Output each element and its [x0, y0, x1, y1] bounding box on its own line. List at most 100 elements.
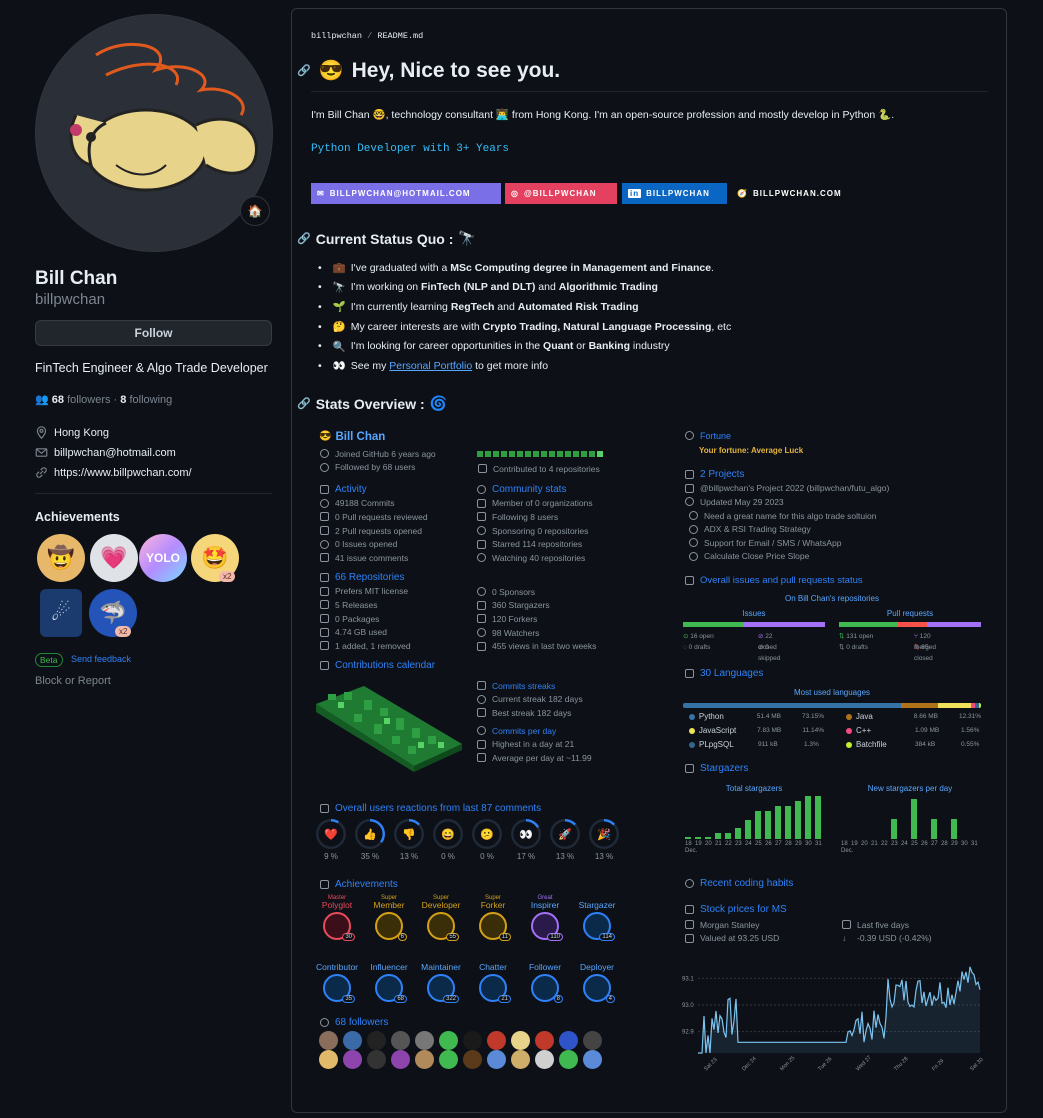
- follower-avatar[interactable]: [391, 1050, 410, 1069]
- follower-avatar[interactable]: [487, 1050, 506, 1069]
- calendar-title[interactable]: Contributions calendar: [335, 660, 435, 671]
- website-row[interactable]: https://www.billpwchan.com/: [35, 466, 192, 479]
- star-icon: [685, 764, 694, 774]
- follower-avatar[interactable]: [535, 1050, 554, 1069]
- perday-title[interactable]: Commits per day: [492, 726, 556, 736]
- email-link[interactable]: billpwchan@hotmail.com: [54, 447, 176, 459]
- follower-avatar[interactable]: [487, 1031, 506, 1050]
- website-link[interactable]: https://www.billpwchan.com/: [54, 467, 192, 479]
- languages-title[interactable]: 30 Languages: [700, 668, 763, 679]
- list-item: Support for Email / SMS / WhatsApp: [685, 536, 889, 550]
- repositories-title[interactable]: 66 Repositories: [335, 572, 404, 583]
- follower-avatar[interactable]: [511, 1031, 530, 1050]
- follower-avatar[interactable]: [319, 1050, 338, 1069]
- achievement-badge-yolo[interactable]: YOLO: [139, 534, 187, 582]
- streaks-title[interactable]: Commits streaks: [492, 681, 555, 691]
- reaction-percent: 9 %: [324, 852, 338, 861]
- achievement-badge-quickdraw[interactable]: 🤠: [37, 534, 85, 582]
- metrics-user[interactable]: 😎 Bill Chan: [319, 431, 385, 443]
- follower-avatar[interactable]: [319, 1031, 338, 1050]
- community-title[interactable]: Community stats: [492, 484, 566, 495]
- achievement-influencer[interactable]: Influencer 68: [364, 957, 414, 1003]
- fortune-title[interactable]: Fortune: [700, 431, 731, 441]
- follower-avatar[interactable]: [583, 1050, 602, 1069]
- achievement-badge-heart[interactable]: 💗: [90, 534, 138, 582]
- achievement-deployer[interactable]: Deployer 4: [572, 957, 622, 1003]
- language-color-dot: [689, 728, 695, 734]
- language-row: JavaScript 7.83 MB 11.14%: [689, 726, 824, 735]
- follower-avatar[interactable]: [559, 1031, 578, 1050]
- follower-avatar[interactable]: [559, 1050, 578, 1069]
- follower-avatar[interactable]: [439, 1031, 458, 1050]
- follow-button[interactable]: Follow: [35, 320, 272, 346]
- follower-avatar[interactable]: [415, 1050, 434, 1069]
- issues-title[interactable]: Overall issues and pull requests status: [700, 575, 863, 586]
- follower-avatar[interactable]: [367, 1031, 386, 1050]
- language-row: PLpgSQL 911 kB 1.3%: [689, 740, 824, 749]
- follower-avatar[interactable]: [367, 1050, 386, 1069]
- following-link[interactable]: 8 following: [120, 394, 172, 406]
- achievement-maintainer[interactable]: Maintainer 322: [416, 957, 466, 1003]
- eye-icon: [477, 628, 486, 638]
- achievement-stargazer[interactable]: Stargazer 114: [572, 895, 622, 941]
- activity-title[interactable]: Activity: [335, 484, 367, 495]
- avatar[interactable]: [35, 14, 273, 252]
- achievement-member[interactable]: Super Member 6: [364, 895, 414, 941]
- linkedin-shield[interactable]: in BILLPWCHAN: [622, 183, 727, 204]
- block-report-link[interactable]: Block or Report: [35, 675, 111, 687]
- follower-avatar[interactable]: [343, 1031, 362, 1050]
- heart-icon: [477, 587, 486, 597]
- price-area: [698, 966, 980, 1053]
- achievement-chatter[interactable]: Chatter 21: [468, 957, 518, 1003]
- stargazers-title[interactable]: Stargazers: [700, 763, 748, 774]
- follower-avatar[interactable]: [463, 1031, 482, 1050]
- anchor-link-icon[interactable]: 🔗: [297, 232, 311, 245]
- crumb-user[interactable]: billpwchan: [311, 31, 362, 41]
- projects-title[interactable]: 2 Projects: [700, 469, 744, 480]
- language-row: C++ 1.09 MB 1.56%: [846, 726, 981, 735]
- follower-avatar[interactable]: [583, 1031, 602, 1050]
- table-icon: [685, 483, 694, 493]
- achievement-follower[interactable]: Follower 8: [520, 957, 570, 1003]
- followers-link[interactable]: 68 followers: [52, 394, 111, 406]
- portfolio-link[interactable]: Personal Portfolio: [389, 360, 472, 372]
- follower-avatar[interactable]: [439, 1050, 458, 1069]
- achievement-developer[interactable]: Super Developer 55: [416, 895, 466, 941]
- follower-avatar[interactable]: [463, 1050, 482, 1069]
- profile-bio: FinTech Engineer & Algo Trade Developer: [35, 361, 268, 375]
- coding-title[interactable]: Recent coding habits: [700, 878, 793, 889]
- achievement-polyglot[interactable]: Master Polyglot 30: [312, 895, 362, 941]
- follower-avatar[interactable]: [511, 1050, 530, 1069]
- eye-icon: [477, 553, 486, 563]
- list-item: Need a great name for this algo trade so…: [685, 509, 889, 523]
- reaction-ring: 👀: [511, 819, 541, 849]
- achievement-label: Polyglot: [321, 900, 353, 910]
- anchor-link-icon[interactable]: 🔗: [297, 397, 311, 410]
- law-icon: [320, 586, 329, 596]
- email-row[interactable]: billpwchan@hotmail.com: [35, 446, 176, 459]
- achievement-contributor[interactable]: Contributor 35: [312, 957, 362, 1003]
- list-item: 5 Releases: [320, 598, 411, 612]
- achievement-forker[interactable]: Super Forker 11: [468, 895, 518, 941]
- achievement-inspirer[interactable]: Great Inspirer 110: [520, 895, 570, 941]
- follower-avatar[interactable]: [343, 1050, 362, 1069]
- follower-avatar[interactable]: [415, 1031, 434, 1050]
- status-emoji-house-icon[interactable]: 🏠: [240, 196, 270, 226]
- follower-avatar[interactable]: [535, 1031, 554, 1050]
- achievement-badge-arctic[interactable]: ☄: [40, 589, 82, 637]
- anchor-link-icon[interactable]: 🔗: [297, 64, 311, 77]
- reactions-title[interactable]: Overall users reactions from last 87 com…: [335, 803, 541, 814]
- stock-title[interactable]: Stock prices for MS: [700, 904, 787, 915]
- x-tick-label: 26: [765, 841, 772, 847]
- email-shield[interactable]: ✉ BILLPWCHAN@HOTMAIL.COM: [311, 183, 501, 204]
- language-color-dot: [846, 714, 852, 720]
- follower-avatar[interactable]: [391, 1031, 410, 1050]
- instagram-shield[interactable]: ◎ @BILLPWCHAN: [505, 183, 617, 204]
- y-tick-label: 93.0: [682, 1003, 694, 1009]
- achievement-label: Influencer: [370, 962, 408, 972]
- followers-metrics-title[interactable]: 68 followers: [335, 1017, 388, 1028]
- website-shield[interactable]: 🧭 BILLPWCHAN.COM: [731, 183, 861, 204]
- stock-price-chart: 93.1 93.0 92.9 Sat 23 Dec 24 Mon 25 Tue 26 Wed …: [682, 966, 985, 1072]
- achievements-metrics-title[interactable]: Achievements: [335, 879, 398, 890]
- send-feedback-link[interactable]: Send feedback: [71, 654, 131, 664]
